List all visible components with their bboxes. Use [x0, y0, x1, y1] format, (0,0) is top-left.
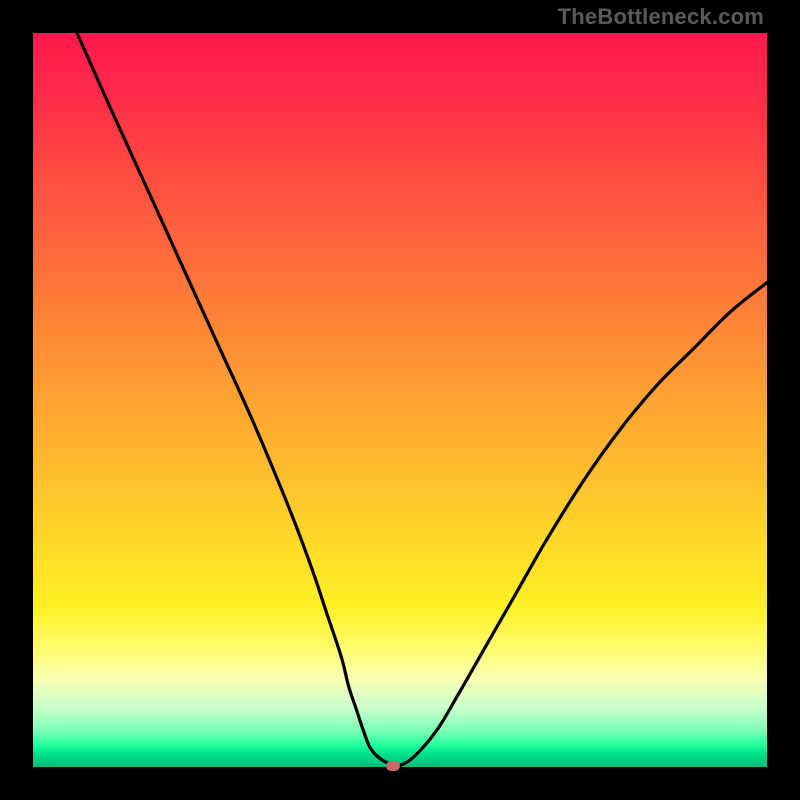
curve-svg [33, 33, 767, 767]
optimal-point-marker [386, 761, 400, 771]
plot-area [33, 33, 767, 767]
watermark-text: TheBottleneck.com [558, 4, 764, 30]
bottleneck-curve [77, 33, 767, 766]
frame-background: TheBottleneck.com [0, 0, 800, 800]
